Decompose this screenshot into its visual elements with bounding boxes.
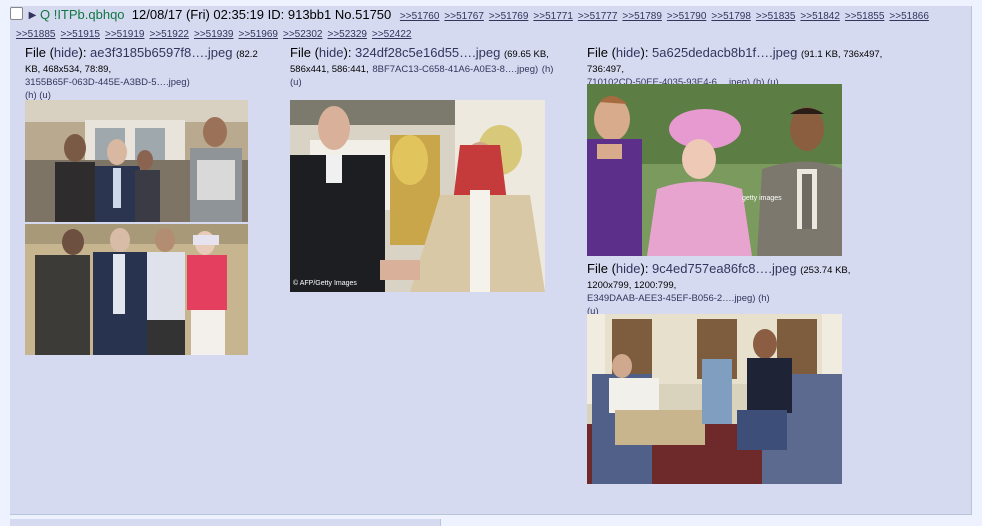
reply-link[interactable]: >>51767: [444, 11, 484, 22]
post-menu-arrow-icon[interactable]: ▶: [29, 10, 37, 21]
reply-link[interactable]: >>51922: [150, 29, 190, 40]
reply-link[interactable]: >>51915: [61, 29, 101, 40]
reply-link[interactable]: >>51969: [239, 29, 279, 40]
reply-link[interactable]: >>51939: [194, 29, 234, 40]
reply-link[interactable]: >>51789: [622, 11, 662, 22]
file-block: File (hide): 9c4ed757ea86fc8….jpeg (253.…: [587, 261, 851, 318]
reply-link[interactable]: >>51760: [400, 11, 440, 22]
thumbnail-image[interactable]: [25, 100, 248, 355]
hide-link[interactable]: hide: [54, 45, 79, 60]
thumbnail-image[interactable]: [587, 314, 842, 484]
hide-link[interactable]: hide: [616, 45, 641, 60]
next-post-edge: [10, 519, 441, 526]
hide-link[interactable]: hide: [616, 261, 641, 276]
poster-id: ID: 913bb1: [267, 7, 332, 22]
file-name-link[interactable]: ae3f3185b6597f8….jpeg: [90, 45, 232, 60]
hash-search-link[interactable]: (h): [542, 64, 554, 75]
reply-link[interactable]: >>51771: [533, 11, 573, 22]
reply-link[interactable]: >>51919: [105, 29, 145, 40]
file-name-link[interactable]: 324df28c5e16d55….jpeg: [355, 45, 500, 60]
hash-search-link[interactable]: (h): [758, 293, 770, 304]
file-block: File (hide): 5a625dedacb8b1f….jpeg (91.1…: [587, 45, 883, 89]
thumbnail-image[interactable]: getty images: [587, 84, 842, 256]
reply-link[interactable]: >>51769: [489, 11, 529, 22]
reply-link[interactable]: >>51885: [16, 29, 56, 40]
reply-link[interactable]: >>51798: [711, 11, 751, 22]
post-checkbox[interactable]: [10, 7, 23, 20]
reply-link[interactable]: >>51777: [578, 11, 618, 22]
file-label: File: [587, 261, 608, 276]
hide-link[interactable]: hide: [319, 45, 344, 60]
reply-link[interactable]: >>51835: [756, 11, 796, 22]
image-watermark: getty images: [742, 195, 782, 202]
file-block: File (hide): ae3f3185b6597f8….jpeg (82.2…: [25, 45, 258, 102]
tripcode: !ITPb.qbhqo: [53, 7, 125, 22]
original-filename-link[interactable]: 3155B65F-063D-445E-A3BD-5….jpeg): [25, 77, 190, 88]
original-filename-link[interactable]: 8BF7AC13-C658-41A6-A0E3-8….jpeg): [372, 64, 538, 75]
post-date: 12/08/17 (Fri) 02:35:19: [131, 7, 265, 22]
file-label: File: [587, 45, 608, 60]
reply-link[interactable]: >>51842: [800, 11, 840, 22]
file-name-link[interactable]: 9c4ed757ea86fc8….jpeg: [652, 261, 797, 276]
post-number[interactable]: No.51750: [335, 7, 391, 22]
post-info: ▶ Q !ITPb.qbhqo 12/08/17 (Fri) 02:35:19 …: [10, 7, 960, 43]
reply-link[interactable]: >>52329: [328, 29, 368, 40]
thumbnail-image[interactable]: © AFP/Getty Images: [290, 100, 545, 292]
original-filename-link[interactable]: E349DAAB-AEE3-45EF-B056-2….jpeg): [587, 293, 755, 304]
file-label: File: [290, 45, 311, 60]
file-block: File (hide): 324df28c5e16d55….jpeg (69.6…: [290, 45, 554, 89]
upload-search-link[interactable]: (u): [290, 77, 302, 88]
image-watermark: © AFP/Getty Images: [293, 280, 357, 287]
reply-link[interactable]: >>52302: [283, 29, 323, 40]
file-label: File: [25, 45, 46, 60]
reply-link[interactable]: >>51866: [889, 11, 929, 22]
reply-link[interactable]: >>51790: [667, 11, 707, 22]
poster-name: Q: [39, 7, 51, 22]
reply-link[interactable]: >>52422: [372, 29, 412, 40]
file-name-link[interactable]: 5a625dedacb8b1f….jpeg: [652, 45, 797, 60]
reply-link[interactable]: >>51855: [845, 11, 885, 22]
